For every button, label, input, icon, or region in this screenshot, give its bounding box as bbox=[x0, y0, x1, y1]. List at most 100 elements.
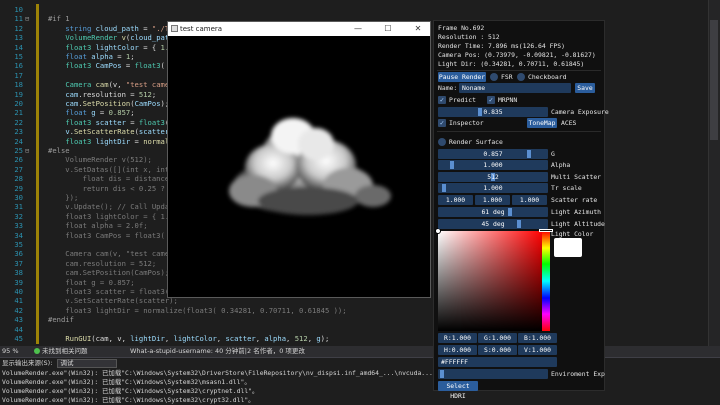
slider-label: Alpha bbox=[551, 161, 571, 169]
slider-grab[interactable] bbox=[508, 208, 513, 216]
scatter-rate-b[interactable]: 1.000 bbox=[512, 195, 547, 205]
output-line: VolumeRender.exe"(Win32): 已加载"C:\Windows… bbox=[2, 378, 251, 386]
hue-slider[interactable] bbox=[542, 231, 550, 331]
slider-grab[interactable] bbox=[450, 161, 455, 169]
inspector-checkbox[interactable]: ✓ bbox=[438, 119, 446, 127]
vertical-scrollbar[interactable] bbox=[708, 0, 720, 346]
save-button[interactable]: Save bbox=[575, 83, 595, 93]
issues-text: 未找到相关问题 bbox=[42, 347, 88, 355]
scrollbar-thumb[interactable] bbox=[710, 20, 718, 140]
status-bar: 95 % 未找到相关问题 What-a-stupid-username: 40 … bbox=[0, 346, 720, 357]
saturation-field[interactable]: S:0.000 bbox=[478, 345, 517, 355]
camera-exposure-label: Camera Exposure bbox=[551, 108, 609, 116]
mrpnn-label: MRPNN bbox=[498, 96, 518, 104]
render-surface-radio[interactable] bbox=[438, 138, 446, 146]
sv-shade-overlay bbox=[438, 231, 543, 331]
output-source-label: 显示输出来源(S): bbox=[2, 359, 53, 367]
hex-color-input[interactable]: #FFFFFF bbox=[438, 357, 557, 367]
render-time-readout: Render Time: 7.896 ms(126.64 FPS) bbox=[438, 42, 565, 50]
slider-light-altitude[interactable]: 45 deg bbox=[438, 219, 548, 229]
slider-grab[interactable] bbox=[440, 370, 444, 378]
zoom-level[interactable]: 95 % bbox=[2, 346, 19, 357]
tonemap-mode: ACES bbox=[561, 119, 577, 127]
close-button[interactable]: ✕ bbox=[408, 22, 428, 36]
code-text: RunGUI(cam, v, lightDir, lightColor, sca… bbox=[65, 334, 330, 343]
checkboard-radio[interactable] bbox=[517, 73, 525, 81]
slider-label: Light Altitude bbox=[551, 220, 605, 228]
output-line: VolumeRender.exe"(Win32): 已加载"C:\Windows… bbox=[2, 387, 259, 395]
predict-checkbox[interactable]: ✓ bbox=[438, 96, 446, 104]
red-field[interactable]: R:1.000 bbox=[438, 333, 477, 343]
slider-grab[interactable] bbox=[478, 108, 482, 116]
name-input[interactable]: Noname bbox=[459, 83, 571, 93]
slider-value: 45 deg bbox=[481, 220, 505, 228]
output-line: VolumeRender.exe"(Win32): 已加载"C:\Windows… bbox=[2, 369, 444, 377]
scatter-rate-r[interactable]: 1.000 bbox=[438, 195, 473, 205]
render-surface-label: Render Surface bbox=[449, 138, 503, 146]
blue-field[interactable]: B:1.000 bbox=[518, 333, 557, 343]
maximize-button[interactable]: ☐ bbox=[378, 22, 398, 36]
camera-exposure-value: 0.835 bbox=[483, 108, 503, 116]
output-header: 显示输出来源(S): 调试 bbox=[0, 358, 720, 369]
camera-window-titlebar[interactable]: test camera — ☐ ✕ bbox=[168, 22, 430, 36]
slider-tr-scale[interactable]: 1.000 bbox=[438, 183, 548, 193]
slider-label: Tr scale bbox=[551, 184, 582, 192]
checkboard-label: Checkboard bbox=[528, 73, 567, 81]
pause-render-button[interactable]: Pause Render bbox=[438, 72, 486, 82]
green-field[interactable]: G:1.000 bbox=[478, 333, 517, 343]
tonemap-button[interactable]: ToneMap bbox=[527, 118, 557, 128]
hue-field[interactable]: H:0.000 bbox=[438, 345, 477, 355]
line-number: 45 bbox=[14, 334, 23, 343]
select-hdri-button[interactable]: Select HDRI bbox=[438, 381, 478, 400]
environment-exposure-slider[interactable] bbox=[438, 369, 548, 379]
fsr-label: FSR bbox=[501, 73, 513, 81]
minimize-button[interactable]: — bbox=[348, 22, 368, 36]
camera-exposure-slider[interactable]: 0.835 bbox=[438, 107, 548, 117]
slider-value: 1.000 bbox=[483, 161, 503, 169]
mrpnn-checkbox[interactable]: ✓ bbox=[487, 96, 495, 104]
slider-light-azimuth[interactable]: 61 deg bbox=[438, 207, 548, 217]
slider-multi-scatter[interactable]: 512 bbox=[438, 172, 548, 182]
light-dir-readout: Light Dir: (0.34281, 0.70711, 0.61845) bbox=[438, 60, 585, 68]
git-blame-info[interactable]: What-a-stupid-username: 40 分钟前|2 名作者，0 项… bbox=[130, 346, 305, 357]
divider bbox=[437, 131, 601, 132]
slider-grab[interactable] bbox=[516, 220, 521, 228]
slider-alpha[interactable]: 1.000 bbox=[438, 160, 548, 170]
scatter-rate-label: Scatter rate bbox=[551, 196, 598, 204]
fsr-radio[interactable] bbox=[490, 73, 498, 81]
slider-value: 61 deg bbox=[481, 208, 505, 216]
predict-label: Predict bbox=[449, 96, 476, 104]
camera-pos-readout: Camera Pos: (0.73979, -0.09821, -0.81627… bbox=[438, 51, 596, 59]
render-settings-panel[interactable]: Frame No.692 Resolution : 512 Render Tim… bbox=[433, 20, 609, 400]
value-field[interactable]: V:1.000 bbox=[518, 345, 557, 355]
name-label: Name: bbox=[438, 84, 458, 92]
output-source-select[interactable]: 调试 bbox=[57, 358, 118, 368]
output-panel: 显示输出来源(S): 调试 VolumeRender.exe"(Win32): … bbox=[0, 357, 720, 405]
slider-label: Light Azimuth bbox=[551, 208, 602, 216]
slider-grab[interactable] bbox=[527, 150, 532, 158]
camera-window-title: test camera bbox=[180, 25, 223, 33]
slider-value: 0.857 bbox=[483, 150, 503, 158]
cloud-render-viewport[interactable] bbox=[168, 36, 430, 298]
light-color-label: Light Color bbox=[551, 230, 594, 238]
slider-g[interactable]: 0.857 bbox=[438, 149, 548, 159]
test-camera-window[interactable]: test camera — ☐ ✕ bbox=[167, 21, 431, 298]
slider-grab[interactable] bbox=[442, 184, 447, 192]
environment-exposure-label: Enviroment Exp bbox=[551, 370, 605, 378]
check-icon bbox=[34, 348, 40, 354]
volumetric-cloud bbox=[229, 118, 391, 215]
output-line: VolumeRender.exe"(Win32): 已加载"C:\Windows… bbox=[2, 396, 255, 404]
slider-value: 512 bbox=[487, 173, 499, 181]
slider-label: Multi Scatter bbox=[551, 173, 602, 181]
frame-number: Frame No.692 bbox=[438, 24, 485, 32]
divider bbox=[437, 70, 601, 71]
scatter-rate-g[interactable]: 1.000 bbox=[475, 195, 510, 205]
color-picker-sv-box[interactable] bbox=[435, 228, 543, 331]
resolution-readout: Resolution : 512 bbox=[438, 33, 500, 41]
slider-label: G bbox=[551, 150, 555, 158]
light-color-swatch[interactable] bbox=[554, 238, 582, 257]
app-icon bbox=[171, 25, 178, 32]
code-line[interactable]: 45 RunGUI(cam, v, lightDir, lightColor, … bbox=[0, 333, 720, 345]
inspector-label: Inspector bbox=[449, 119, 484, 127]
issues-indicator[interactable]: 未找到相关问题 bbox=[34, 346, 88, 357]
